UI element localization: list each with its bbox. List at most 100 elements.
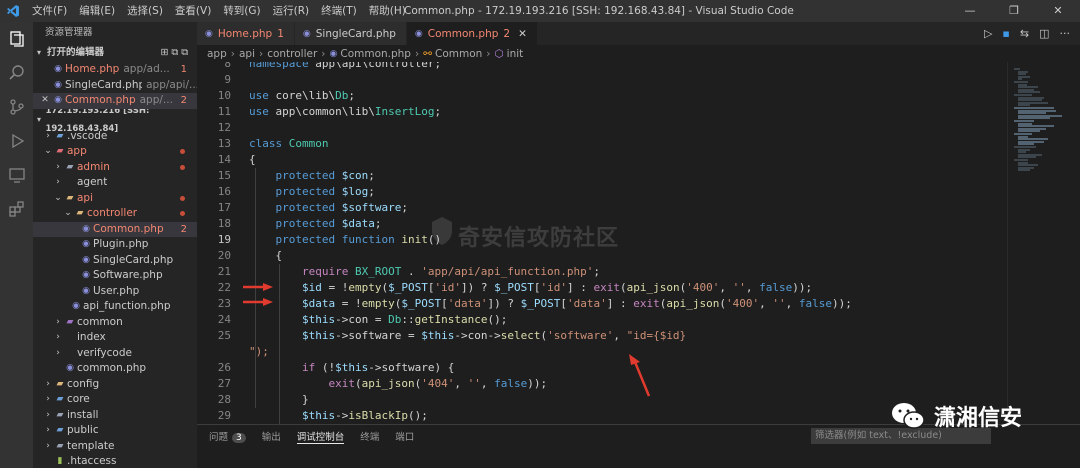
tab-terminal[interactable]: 终端 bbox=[360, 429, 379, 443]
tree-folder[interactable]: › ▰ common bbox=[33, 315, 197, 331]
split-editor-icon[interactable]: ◫ bbox=[1039, 27, 1049, 40]
breadcrumb-item[interactable]: Common bbox=[435, 48, 482, 60]
tree-folder[interactable]: › ▰ public bbox=[33, 423, 197, 439]
breadcrumb-item[interactable]: init bbox=[507, 48, 524, 60]
tree-folder[interactable]: ⌄ ▰ controller bbox=[33, 206, 197, 222]
code-line[interactable]: 16 protected $log; bbox=[197, 184, 1007, 200]
compare-icon[interactable]: ⇆ bbox=[1020, 27, 1029, 40]
tree-folder[interactable]: › agent bbox=[33, 175, 197, 191]
close-icon[interactable]: ✕ bbox=[39, 93, 51, 109]
remote-explorer-icon[interactable] bbox=[0, 158, 33, 192]
explorer-icon[interactable] bbox=[0, 22, 33, 56]
tab-singlecard[interactable]: ◉ SingleCard.php bbox=[294, 22, 407, 45]
menu-run[interactable]: 运行(R) bbox=[267, 0, 316, 22]
chevron-right-icon: › bbox=[56, 332, 60, 342]
open-editor-item[interactable]: ✕ ◉ Common.php app/... 2 bbox=[33, 93, 197, 109]
more-actions-icon[interactable]: ··· bbox=[1060, 27, 1071, 40]
code-line[interactable]: 23 $data = !empty($_POST['data']) ? $_PO… bbox=[197, 296, 1007, 312]
code-line[interactable]: 28 } bbox=[197, 392, 1007, 408]
tab-debug-console[interactable]: 调试控制台 bbox=[296, 429, 345, 444]
open-editor-item[interactable]: ◉ SingleCard.php app/api/... bbox=[33, 78, 197, 94]
close-icon[interactable]: ✕ bbox=[1036, 0, 1080, 22]
tab-ports[interactable]: 端口 bbox=[395, 429, 414, 443]
code-line[interactable]: 25 $this->software = $this->con->select(… bbox=[197, 328, 1007, 344]
open-editor-item[interactable]: ◉ Home.php app/ad... 1 bbox=[33, 62, 197, 78]
tree-folder[interactable]: › verifycode bbox=[33, 346, 197, 362]
tree-folder[interactable]: ⌄ ▰ app bbox=[33, 144, 197, 160]
code-line[interactable]: 24 $this->con = Db::getInstance(); bbox=[197, 312, 1007, 328]
search-icon[interactable] bbox=[0, 56, 33, 90]
tree-file[interactable]: ◉ Plugin.php bbox=[33, 237, 197, 253]
code-line[interactable]: 22 $id = !empty($_POST['id']) ? $_POST['… bbox=[197, 280, 1007, 296]
workspace-section[interactable]: ▾ 172.19.193.216 [SSH: 192.168.43.84] bbox=[33, 106, 197, 134]
code-line[interactable]: 10 use core\lib\Db; bbox=[197, 88, 1007, 104]
code-line[interactable]: "); bbox=[197, 344, 1007, 360]
error-count-badge: 1 bbox=[180, 64, 187, 75]
tree-folder[interactable]: › ▰ install bbox=[33, 408, 197, 424]
breadcrumb-item[interactable]: Common.php bbox=[340, 48, 411, 60]
open-editors-section[interactable]: ▾ 打开的编辑器 ⊞⧉⧉ bbox=[33, 44, 197, 62]
menu-selection[interactable]: 选择(S) bbox=[121, 0, 169, 22]
tab-label: Common.php bbox=[427, 27, 499, 40]
code-line[interactable]: 13 class Common bbox=[197, 136, 1007, 152]
tab-common[interactable]: ◉ Common.php 2 ✕ bbox=[406, 22, 538, 45]
tree-file[interactable]: ▮ .htaccess bbox=[33, 454, 197, 468]
code-line[interactable]: 8 namespace app\api\controller; bbox=[197, 62, 1007, 72]
code-line[interactable]: 9 bbox=[197, 72, 1007, 88]
tree-folder[interactable]: › index bbox=[33, 330, 197, 346]
tab-problems[interactable]: 问题 3 bbox=[209, 429, 246, 443]
breadcrumb-item[interactable]: app bbox=[207, 48, 227, 60]
source-control-icon[interactable] bbox=[0, 90, 33, 124]
close-icon[interactable]: ✕ bbox=[518, 28, 527, 40]
line-number: 24 bbox=[217, 313, 231, 326]
code-line[interactable]: 17 protected $software; bbox=[197, 200, 1007, 216]
minimap[interactable] bbox=[1007, 62, 1080, 424]
breadcrumb-item[interactable]: controller bbox=[267, 48, 317, 60]
error-dot bbox=[180, 149, 185, 154]
run-icon[interactable]: ▷ bbox=[984, 27, 992, 40]
tree-file[interactable]: ◉ User.php bbox=[33, 284, 197, 300]
tree-folder[interactable]: › ▰ config bbox=[33, 377, 197, 393]
code-line[interactable]: 29 $this->isBlackIp(); bbox=[197, 408, 1007, 424]
breadcrumb-item[interactable]: api bbox=[239, 48, 255, 60]
menu-edit[interactable]: 编辑(E) bbox=[73, 0, 121, 22]
code-line[interactable]: 27 exit(api_json('404', '', false)); bbox=[197, 376, 1007, 392]
vscode-logo-icon bbox=[0, 0, 26, 22]
tree-file[interactable]: ◉ Common.php 2 bbox=[33, 221, 197, 237]
php-file-icon: ◉ bbox=[205, 28, 213, 39]
explorer-header: 资源管理器 bbox=[45, 27, 93, 38]
folder-icon: ▰ bbox=[56, 394, 64, 404]
tab-home[interactable]: ◉ Home.php 1 bbox=[197, 22, 295, 45]
tree-folder[interactable]: › ▰ .vscode bbox=[33, 129, 197, 145]
tree-folder[interactable]: ⌄ ▰ api bbox=[33, 191, 197, 207]
run-debug-icon[interactable] bbox=[0, 124, 33, 158]
minimize-icon[interactable]: — bbox=[948, 0, 992, 22]
tree-folder[interactable]: › ▰ template bbox=[33, 439, 197, 455]
open-editors-tools[interactable]: ⊞⧉⧉ bbox=[160, 44, 191, 62]
code-line[interactable]: 26 if (!$this->software) { bbox=[197, 360, 1007, 376]
code-line[interactable]: 12 bbox=[197, 120, 1007, 136]
error-count-badge: 2 bbox=[180, 95, 187, 106]
tree-label: Plugin.php bbox=[93, 238, 149, 250]
chevron-right-icon: › bbox=[46, 130, 50, 141]
menu-terminal[interactable]: 终端(T) bbox=[315, 0, 363, 22]
tree-file[interactable]: ◉ Software.php bbox=[33, 268, 197, 284]
remote-icon[interactable]: ▪ bbox=[1002, 27, 1009, 40]
restore-icon[interactable]: ❐ bbox=[992, 0, 1036, 22]
line-number: 25 bbox=[217, 329, 231, 342]
code-line[interactable]: 21 require BX_ROOT . 'app/api/api_functi… bbox=[197, 264, 1007, 280]
menu-go[interactable]: 转到(G) bbox=[217, 0, 266, 22]
code-line[interactable]: 11 use app\common\lib\InsertLog; bbox=[197, 104, 1007, 120]
tree-folder[interactable]: › ▰ admin bbox=[33, 160, 197, 176]
tree-file[interactable]: ◉ common.php bbox=[33, 361, 197, 377]
tab-output[interactable]: 输出 bbox=[262, 429, 281, 443]
app-folder-icon: ▰ bbox=[56, 146, 64, 156]
extensions-icon[interactable] bbox=[0, 192, 33, 226]
tree-file[interactable]: ◉ api_function.php bbox=[33, 299, 197, 315]
code-line[interactable]: 15 protected $con; bbox=[197, 168, 1007, 184]
code-line[interactable]: 14 { bbox=[197, 152, 1007, 168]
tree-file[interactable]: ◉ SingleCard.php bbox=[33, 253, 197, 269]
tree-folder[interactable]: › ▰ core bbox=[33, 392, 197, 408]
menu-file[interactable]: 文件(F) bbox=[26, 0, 73, 22]
menu-view[interactable]: 查看(V) bbox=[169, 0, 217, 22]
